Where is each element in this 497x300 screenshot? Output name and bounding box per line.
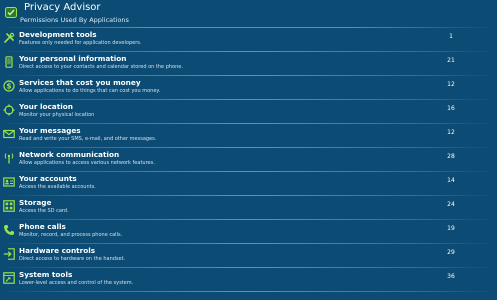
item-count: 19 — [447, 225, 455, 232]
item-count: 28 — [447, 153, 455, 160]
app-title: Privacy Advisor — [24, 2, 101, 13]
row-divider — [0, 291, 497, 292]
item-title: Your location — [19, 102, 73, 111]
list-item-personal-information[interactable]: Your personal information Direct access … — [0, 52, 497, 76]
list-item-accounts[interactable]: Your accounts Access the available accou… — [0, 172, 497, 196]
item-count: 12 — [447, 81, 455, 88]
list-item-system-tools[interactable]: System tools Lower-level access and cont… — [0, 268, 497, 292]
phone-handset-icon — [3, 224, 15, 236]
dollar-coin-icon: $ — [3, 80, 15, 92]
antenna-icon — [3, 152, 15, 164]
item-description: Allow applications to access various net… — [19, 160, 155, 166]
item-count: 36 — [447, 273, 455, 280]
svg-text:$: $ — [6, 82, 11, 91]
item-count: 16 — [447, 105, 455, 112]
item-title: Your personal information — [19, 54, 127, 63]
item-description: Monitor your physical location — [19, 112, 95, 118]
item-count: 1 — [449, 33, 453, 40]
wrench-screwdriver-icon — [3, 32, 15, 44]
list-item-services-cost-money[interactable]: $ Services that cost you money Allow app… — [0, 76, 497, 100]
envelope-icon — [3, 128, 15, 140]
phone-device-icon — [3, 56, 15, 68]
item-description: Allow applications to do things that can… — [19, 88, 161, 94]
item-title: Your messages — [19, 126, 81, 135]
item-description: Lower-level access and control of the sy… — [19, 280, 134, 286]
permission-category-list: Development tools Features only needed f… — [0, 28, 497, 292]
item-title: Phone calls — [19, 222, 66, 231]
privacy-advisor-app-icon — [5, 3, 17, 18]
item-count: 12 — [447, 129, 455, 136]
item-count: 14 — [447, 177, 455, 184]
list-item-hardware-controls[interactable]: Hardware controls Direct access to hardw… — [0, 244, 497, 268]
list-item-phone-calls[interactable]: Phone calls Monitor, record, and process… — [0, 220, 497, 244]
list-item-storage[interactable]: Storage Access the SD card. 24 — [0, 196, 497, 220]
item-description: Read and write your SMS, e-mail, and oth… — [19, 136, 157, 142]
title-bar: Privacy Advisor — [0, 0, 497, 18]
item-description: Features only needed for application dev… — [19, 40, 142, 46]
item-count: 29 — [447, 249, 455, 256]
item-title: Hardware controls — [19, 246, 96, 255]
item-count: 24 — [447, 201, 455, 208]
item-title: Your accounts — [19, 174, 77, 183]
hardware-login-icon — [3, 248, 15, 260]
item-title: Services that cost you money — [19, 78, 141, 87]
storage-grid-icon — [3, 200, 15, 212]
item-description: Access the available accounts. — [19, 184, 96, 190]
item-count: 21 — [447, 57, 455, 64]
list-item-location[interactable]: Your location Monitor your physical loca… — [0, 100, 497, 124]
list-item-network-communication[interactable]: Network communication Allow applications… — [0, 148, 497, 172]
item-description: Direct access to hardware on the handset… — [19, 256, 126, 262]
item-title: System tools — [19, 270, 73, 279]
item-title: Storage — [19, 198, 52, 207]
list-item-development-tools[interactable]: Development tools Features only needed f… — [0, 28, 497, 52]
list-item-messages[interactable]: Your messages Read and write your SMS, e… — [0, 124, 497, 148]
page-subtitle: Permissions Used By Applications — [20, 16, 129, 24]
item-description: Monitor, record, and process phone calls… — [19, 232, 123, 238]
location-target-icon — [3, 104, 15, 116]
system-tools-icon — [3, 272, 15, 284]
account-card-icon — [3, 176, 15, 188]
item-title: Network communication — [19, 150, 120, 159]
item-description: Access the SD card. — [19, 208, 69, 214]
item-title: Development tools — [19, 30, 97, 39]
item-description: Direct access to your contacts and calen… — [19, 64, 183, 70]
